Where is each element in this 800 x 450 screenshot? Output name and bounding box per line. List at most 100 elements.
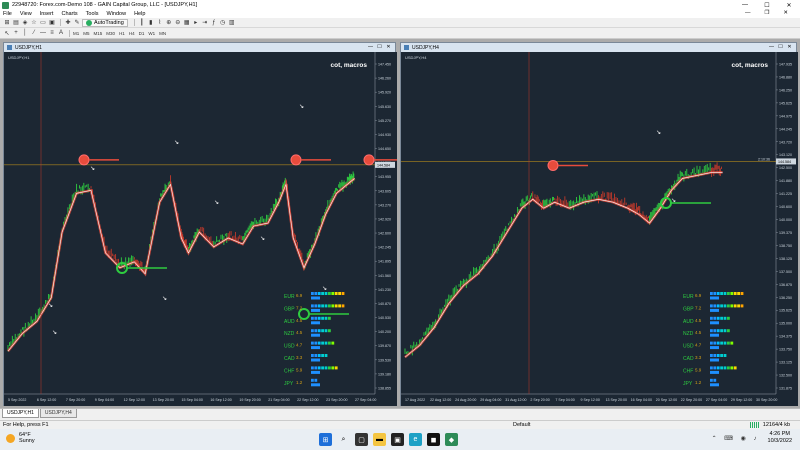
menu-help[interactable]: Help <box>134 11 145 17</box>
chart-minimize-button[interactable]: — <box>767 43 776 51</box>
file-explorer-icon[interactable]: ▬ <box>373 433 386 446</box>
templates-icon[interactable]: ▥ <box>228 19 236 27</box>
navigator-icon[interactable]: ☆ <box>30 19 38 27</box>
menu-view[interactable]: View <box>20 11 32 17</box>
market-watch-icon[interactable]: ◈ <box>21 19 29 27</box>
strength-bar <box>314 329 318 333</box>
menu-insert[interactable]: Insert <box>40 11 54 17</box>
metatrader-taskbar-icon[interactable]: ◆ <box>445 433 458 446</box>
strength-bar <box>713 304 717 308</box>
start-icon[interactable]: ⊞ <box>319 433 332 446</box>
search-icon[interactable]: ⌕ <box>337 433 350 446</box>
weather-widget[interactable]: 64°F Sunny <box>6 432 35 444</box>
strength-bar <box>730 292 734 295</box>
zoom-in-icon[interactable]: ⊕ <box>165 19 173 27</box>
strength-bar <box>311 383 320 387</box>
chart-minimize-button[interactable]: — <box>366 43 375 51</box>
timeframe-h4[interactable]: H4 <box>129 31 135 36</box>
price-label: 139.375 <box>779 231 792 235</box>
strength-value: 3.3 <box>695 355 702 360</box>
price-label: 146.260 <box>378 77 391 81</box>
minimize-button[interactable]: — <box>734 0 756 10</box>
timeframe-w1[interactable]: W1 <box>148 31 155 36</box>
candle-chart-icon[interactable]: ▮ <box>147 19 155 27</box>
time-label: 16 Sep 04:00 <box>631 398 652 402</box>
timeframe-m5[interactable]: M5 <box>83 31 89 36</box>
timeframe-d1[interactable]: D1 <box>139 31 145 36</box>
strength-bar <box>317 292 321 295</box>
indicators-icon[interactable]: ƒ <box>210 19 218 27</box>
new-order-icon[interactable]: ✚ <box>64 19 72 27</box>
line-chart-icon[interactable]: ⌇ <box>156 19 164 27</box>
maximize-button[interactable]: ☐ <box>756 0 778 10</box>
timeframe-m1[interactable]: M1 <box>73 31 79 36</box>
menu-tools[interactable]: Tools <box>86 11 99 17</box>
terminal-icon[interactable]: ▭ <box>39 19 47 27</box>
price-label: 144.930 <box>378 133 391 137</box>
editor-icon[interactable]: ✎ <box>73 19 81 27</box>
menu-file[interactable]: File <box>3 11 12 17</box>
chart-window-h1[interactable]: USDJPY,H1 — ☐ ✕ USDJPY,H1 cot, macros 147.… <box>3 42 397 406</box>
price-chart-h1[interactable]: USDJPY,H1 cot, macros 147.450 146.260 145.92… <box>4 52 397 406</box>
price-label: 138.750 <box>779 244 792 248</box>
text-icon[interactable]: A <box>57 29 65 37</box>
strength-bar <box>727 292 730 295</box>
channel-icon[interactable]: ≡ <box>48 29 56 37</box>
chart-close-button[interactable]: ✕ <box>384 43 393 51</box>
edge-icon[interactable]: e <box>409 433 422 446</box>
close-button[interactable]: ✕ <box>778 0 800 10</box>
mdi-restore-button[interactable]: ❐ <box>764 10 769 16</box>
signal-arrow-icon: ↘ <box>48 303 53 309</box>
strength-bar <box>710 341 713 345</box>
profiles-icon[interactable]: ▤ <box>12 19 20 27</box>
profile-name[interactable]: Default <box>513 422 530 428</box>
chart-shift-icon[interactable]: ⇥ <box>201 19 209 27</box>
periods-icon[interactable]: ◷ <box>219 19 227 27</box>
horizontal-line-icon[interactable]: ― <box>39 29 47 37</box>
chart-maximize-button[interactable]: ☐ <box>375 43 384 51</box>
zoom-out-icon[interactable]: ⊖ <box>174 19 182 27</box>
chart-close-button[interactable]: ✕ <box>785 43 794 51</box>
strength-bar <box>733 366 737 370</box>
tile-windows-icon[interactable]: ▦ <box>183 19 191 27</box>
tester-icon[interactable]: ▣ <box>48 19 56 27</box>
price-chart-h4[interactable]: USDJPY,H4 cot, macros 147.935 146.880 146.25… <box>401 52 798 406</box>
chart-maximize-button[interactable]: ☐ <box>776 43 785 51</box>
timeframe-mn[interactable]: MN <box>159 31 166 36</box>
timeframe-m30[interactable]: M30 <box>106 31 115 36</box>
tray-icons[interactable]: ⌃ ⌨ ◉ ♪ <box>712 435 760 442</box>
new-chart-icon[interactable]: ⊞ <box>3 19 11 27</box>
chart-window-icon <box>7 45 12 50</box>
app-icon-dark[interactable]: ◼ <box>427 433 440 446</box>
strength-bar <box>727 341 730 345</box>
bar-chart-icon[interactable]: ┃ <box>138 19 146 27</box>
strength-bar <box>311 354 314 357</box>
sell-signal-circle <box>547 159 559 171</box>
menu-charts[interactable]: Charts <box>61 11 77 17</box>
strength-value: 3.3 <box>296 355 303 360</box>
trendline-icon[interactable]: ⁄ <box>30 29 38 37</box>
strength-bar <box>710 354 713 357</box>
autoscroll-icon[interactable]: ▸ <box>192 19 200 27</box>
mdi-close-button[interactable]: ✕ <box>783 10 788 16</box>
menu-window[interactable]: Window <box>107 11 127 17</box>
strength-bar <box>338 304 341 308</box>
terminal-app-icon[interactable]: ▣ <box>391 433 404 446</box>
vertical-line-icon[interactable]: │ <box>21 29 29 37</box>
tab-usdjpy-h1[interactable]: USDJPY,H1 <box>2 409 39 418</box>
price-label: 147.935 <box>779 63 792 67</box>
mdi-minimize-button[interactable]: — <box>745 10 751 16</box>
clock[interactable]: 4:26 PM 10/3/2022 <box>768 431 792 445</box>
chart-background <box>401 52 798 406</box>
timeframe-h1[interactable]: H1 <box>119 31 125 36</box>
chart-window-h4[interactable]: USDJPY,H4 — ☐ ✕ USDJPY,H4 cot, macros 147.… <box>400 42 798 406</box>
task-view-icon[interactable]: ▢ <box>355 433 368 446</box>
tab-usdjpy-h4[interactable]: USDJPY,H4 <box>39 409 77 418</box>
chart-symbol-label: USDJPY,H4 <box>405 55 427 60</box>
crosshair-icon[interactable]: + <box>12 29 20 37</box>
cursor-icon[interactable]: ↖ <box>3 29 11 37</box>
price-label: 144.975 <box>779 114 792 118</box>
strength-bar <box>710 316 713 320</box>
autotrading-button[interactable]: AutoTrading <box>82 18 128 27</box>
timeframe-m15[interactable]: M15 <box>94 31 103 36</box>
